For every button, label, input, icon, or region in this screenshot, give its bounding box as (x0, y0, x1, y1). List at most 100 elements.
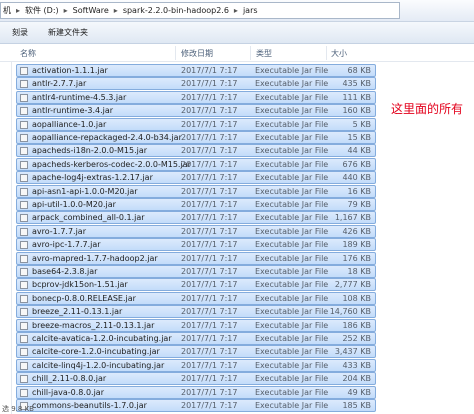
file-size: 16 KB (347, 186, 371, 196)
file-row[interactable]: arpack_combined_all-0.1.jar 2017/7/1 7:17… (16, 211, 376, 225)
file-name: avro-mapred-1.7.7-hadoop2.jar (32, 253, 158, 263)
jar-file-icon (20, 321, 28, 330)
file-row[interactable]: antlr-runtime-3.4.jar 2017/7/1 7:17 Execut… (16, 104, 376, 118)
file-type: Executable Jar File (255, 334, 329, 343)
file-size: 160 KB (342, 106, 371, 116)
file-type: Executable Jar File (255, 374, 329, 384)
file-size: 3,437 KB (334, 347, 371, 357)
file-name: calcite-core-1.2.0-incubating.jar (32, 347, 160, 357)
file-list: activation-1.1.1.jar 2017/7/1 7:17 Executa… (16, 64, 376, 414)
column-divider[interactable] (175, 46, 176, 60)
status-bar: 选 9.8 KB (2, 405, 34, 413)
file-name: bonecp-0.8.0.RELEASE.jar (32, 293, 136, 303)
jar-file-icon (20, 160, 28, 169)
new-folder-button[interactable]: 新建文件夹 (46, 25, 90, 40)
file-row[interactable]: base64-2.3.8.jar 2017/7/1 7:17 Executable … (16, 265, 376, 278)
file-size: 176 KB (342, 253, 371, 263)
file-size: 44 KB (347, 146, 371, 156)
file-size: 18 KB (347, 267, 371, 276)
breadcrumb-spark[interactable]: spark-2.2.0-bin-hadoop2.6 (121, 6, 231, 15)
file-row[interactable]: bonecp-0.8.0.RELEASE.jar 2017/7/1 7:17 Exe… (16, 291, 376, 305)
file-name: arpack_combined_all-0.1.jar (32, 213, 145, 223)
file-row[interactable]: calcite-core-1.2.0-incubating.jar 2017/7/… (16, 345, 376, 359)
breadcrumb-separator-icon[interactable]: ▸ (61, 6, 71, 15)
file-date: 2017/7/1 7:17 (181, 387, 238, 397)
file-size: 440 KB (342, 173, 371, 183)
file-type: Executable Jar File (255, 66, 329, 75)
file-date: 2017/7/1 7:17 (181, 79, 238, 89)
file-date: 2017/7/1 7:17 (181, 293, 238, 303)
file-type: Executable Jar File (255, 360, 329, 370)
file-row[interactable]: activation-1.1.1.jar 2017/7/1 7:17 Executa… (16, 64, 376, 77)
file-type: Executable Jar File (255, 106, 329, 116)
file-row[interactable]: antlr-2.7.7.jar 2017/7/1 7:17 Executable J… (16, 77, 376, 91)
file-row[interactable]: calcite-avatica-1.2.0-incubating.jar 2017… (16, 332, 376, 345)
file-row[interactable]: apacheds-i18n-2.0.0-M15.jar 2017/7/1 7:17… (16, 144, 376, 158)
file-row[interactable]: api-util-1.0.0-M20.jar 2017/7/1 7:17 Execu… (16, 198, 376, 211)
jar-file-icon (20, 348, 28, 357)
file-row[interactable]: aopalliance-1.0.jar 2017/7/1 7:17 Executab… (16, 117, 376, 131)
breadcrumb-separator-icon[interactable]: ▸ (111, 6, 121, 15)
breadcrumb[interactable]: 机 ▸ 软件 (D:) ▸ SoftWare ▸ spark-2.2.0-bin… (0, 2, 400, 19)
column-header-date[interactable]: 修改日期 (181, 48, 213, 59)
jar-file-icon (20, 335, 28, 343)
file-date: 2017/7/1 7:17 (181, 173, 238, 183)
file-date: 2017/7/1 7:17 (181, 334, 238, 343)
file-type: Executable Jar File (255, 146, 329, 156)
file-name: antlr-2.7.7.jar (32, 79, 87, 89)
jar-file-icon (20, 268, 28, 276)
file-row[interactable]: chill-java-0.8.0.jar 2017/7/1 7:17 Executa… (16, 385, 376, 399)
file-row[interactable]: api-asn1-api-1.0.0-M20.jar 2017/7/1 7:17 E… (16, 184, 376, 198)
file-row[interactable]: aopalliance-repackaged-2.4.0-b34.jar 2017… (16, 131, 376, 144)
pane-divider[interactable] (11, 62, 12, 414)
file-name: bcprov-jdk15on-1.51.jar (32, 280, 128, 290)
breadcrumb-computer[interactable]: 机 (1, 5, 13, 16)
column-header-name[interactable]: 名称 (20, 48, 36, 59)
jar-file-icon (20, 147, 28, 156)
file-type: Executable Jar File (255, 240, 329, 250)
jar-file-icon (20, 294, 28, 303)
file-size: 204 KB (342, 374, 371, 384)
file-type: Executable Jar File (255, 186, 329, 196)
breadcrumb-software[interactable]: SoftWare (71, 6, 111, 15)
jar-file-icon (20, 107, 28, 116)
file-date: 2017/7/1 7:17 (181, 159, 238, 169)
file-date: 2017/7/1 7:17 (181, 374, 238, 384)
file-row[interactable]: avro-1.7.7.jar 2017/7/1 7:17 Executable Ja… (16, 224, 376, 238)
navigation-pane[interactable] (0, 62, 12, 414)
file-row[interactable]: breeze-macros_2.11-0.13.1.jar 2017/7/1 7:… (16, 318, 376, 332)
breadcrumb-jars[interactable]: jars (241, 6, 260, 15)
address-bar: 机 ▸ 软件 (D:) ▸ SoftWare ▸ spark-2.2.0-bin… (0, 0, 474, 22)
file-type: Executable Jar File (255, 173, 329, 183)
file-row[interactable]: apache-log4j-extras-1.2.17.jar 2017/7/1 7… (16, 171, 376, 185)
jar-file-icon (20, 361, 28, 370)
breadcrumb-drive-d[interactable]: 软件 (D:) (23, 5, 61, 16)
file-row[interactable]: bcprov-jdk15on-1.51.jar 2017/7/1 7:17 Exec… (16, 278, 376, 292)
file-date: 2017/7/1 7:17 (181, 347, 238, 357)
file-size: 68 KB (347, 66, 371, 75)
burn-button[interactable]: 刻录 (10, 25, 30, 40)
file-row[interactable]: avro-mapred-1.7.7-hadoop2.jar 2017/7/1 7:… (16, 251, 376, 265)
file-size: 15 KB (347, 133, 371, 142)
file-row[interactable]: calcite-linq4j-1.2.0-incubating.jar 2017/… (16, 358, 376, 372)
file-date: 2017/7/1 7:17 (181, 307, 238, 317)
breadcrumb-separator-icon[interactable]: ▸ (231, 6, 241, 15)
file-size: 676 KB (342, 159, 371, 169)
file-date: 2017/7/1 7:17 (181, 133, 238, 142)
file-type: Executable Jar File (255, 92, 329, 102)
file-row[interactable]: antlr4-runtime-4.5.3.jar 2017/7/1 7:17 Exe… (16, 90, 376, 104)
file-type: Executable Jar File (255, 387, 329, 397)
file-name: avro-ipc-1.7.7.jar (32, 240, 101, 250)
column-divider[interactable] (326, 46, 327, 60)
file-row[interactable]: chill_2.11-0.8.0.jar 2017/7/1 7:17 Executa… (16, 372, 376, 386)
file-row[interactable]: breeze_2.11-0.13.1.jar 2017/7/1 7:17 Execu… (16, 305, 376, 319)
column-header-size[interactable]: 大小 (331, 48, 347, 59)
column-header-type[interactable]: 类型 (256, 48, 272, 59)
file-row[interactable]: avro-ipc-1.7.7.jar 2017/7/1 7:17 Executabl… (16, 238, 376, 252)
file-date: 2017/7/1 7:17 (181, 119, 238, 129)
file-size: 79 KB (347, 200, 371, 209)
file-row[interactable]: apacheds-kerberos-codec-2.0.0-M15.jar 201… (16, 157, 376, 171)
breadcrumb-separator-icon[interactable]: ▸ (13, 6, 23, 15)
column-divider[interactable] (250, 46, 251, 60)
file-size: 186 KB (342, 320, 371, 330)
